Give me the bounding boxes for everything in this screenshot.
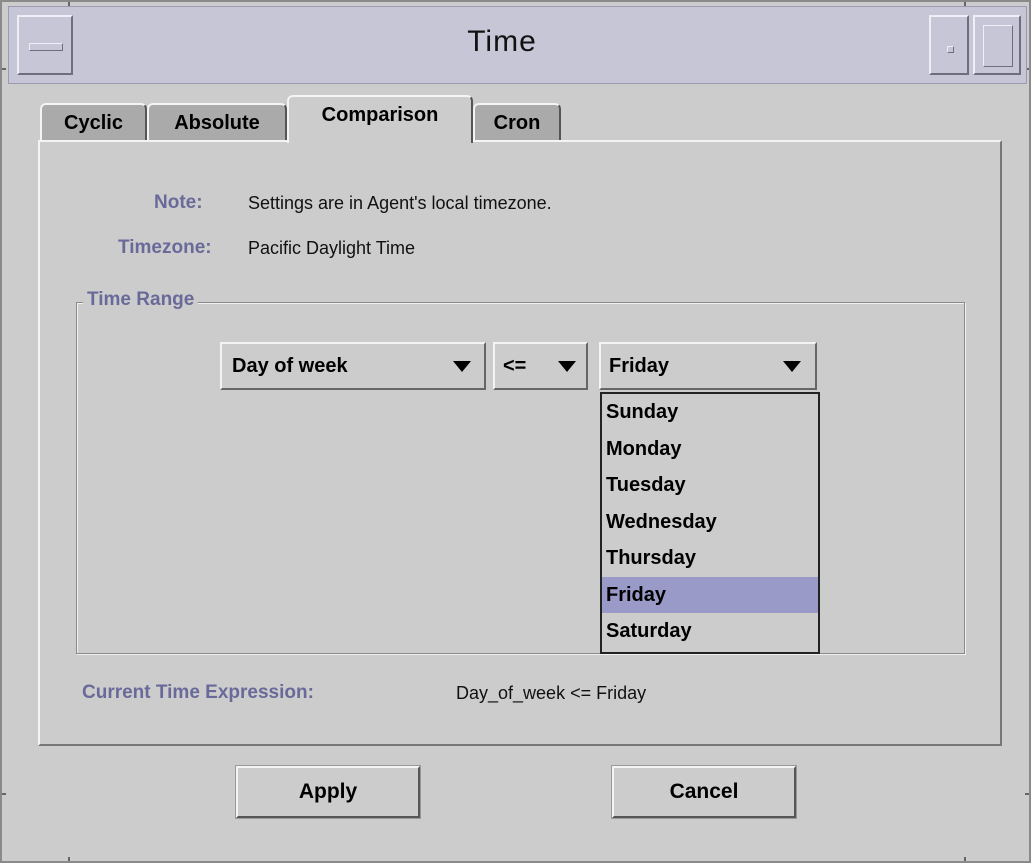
note-label: Note: — [154, 192, 203, 213]
chevron-down-icon — [783, 361, 801, 372]
tab-cyclic[interactable]: Cyclic — [40, 103, 147, 143]
expression-label: Current Time Expression: — [82, 682, 314, 703]
apply-button[interactable]: Apply — [235, 765, 421, 819]
day-select-value: Friday — [609, 355, 670, 377]
frame-tick — [1025, 793, 1029, 795]
tab-cron[interactable]: Cron — [473, 103, 561, 143]
frame-tick — [2, 793, 6, 795]
operator-select-value: <= — [503, 355, 527, 377]
frame-tick — [964, 857, 966, 861]
day-option-monday[interactable]: Monday — [602, 431, 818, 468]
day-option-sunday[interactable]: Sunday — [602, 394, 818, 431]
maximize-icon — [983, 25, 1013, 67]
time-dialog-window: Time Cyclic Absolute Comparison Cron Not… — [0, 0, 1031, 863]
operator-select[interactable]: <= — [493, 342, 588, 390]
note-value: Settings are in Agent's local timezone. — [248, 193, 552, 213]
day-option-tuesday[interactable]: Tuesday — [602, 467, 818, 504]
frame-tick — [68, 857, 70, 861]
day-select[interactable]: Friday — [599, 342, 817, 390]
tab-absolute[interactable]: Absolute — [147, 103, 287, 143]
cancel-button[interactable]: Cancel — [611, 765, 797, 819]
timezone-value: Pacific Daylight Time — [248, 238, 416, 258]
day-option-friday[interactable]: Friday — [602, 576, 818, 613]
time-range-legend: Time Range — [83, 289, 199, 311]
frame-tick — [2, 68, 6, 70]
day-dropdown-list[interactable]: Sunday Monday Tuesday Wednesday Thursday… — [600, 392, 820, 654]
chevron-down-icon — [558, 361, 576, 372]
chevron-down-icon — [453, 361, 471, 372]
timezone-label: Timezone: — [118, 237, 212, 258]
maximize-button[interactable] — [973, 15, 1021, 75]
minimize-icon — [947, 46, 954, 53]
day-option-saturday[interactable]: Saturday — [602, 613, 818, 650]
day-option-thursday[interactable]: Thursday — [602, 540, 818, 577]
window-menu-button[interactable] — [17, 15, 73, 75]
field-select[interactable]: Day of week — [220, 342, 486, 390]
field-select-value: Day of week — [232, 355, 348, 377]
comparison-panel: Note: Settings are in Agent's local time… — [38, 140, 1002, 746]
minimize-button[interactable] — [929, 15, 969, 75]
window-menu-icon — [29, 43, 63, 51]
day-option-wednesday[interactable]: Wednesday — [602, 504, 818, 541]
window-title: Time — [467, 25, 537, 58]
title-bar[interactable]: Time — [8, 6, 1027, 84]
tab-comparison[interactable]: Comparison — [287, 95, 473, 143]
expression-value: Day_of_week <= Friday — [456, 683, 647, 703]
